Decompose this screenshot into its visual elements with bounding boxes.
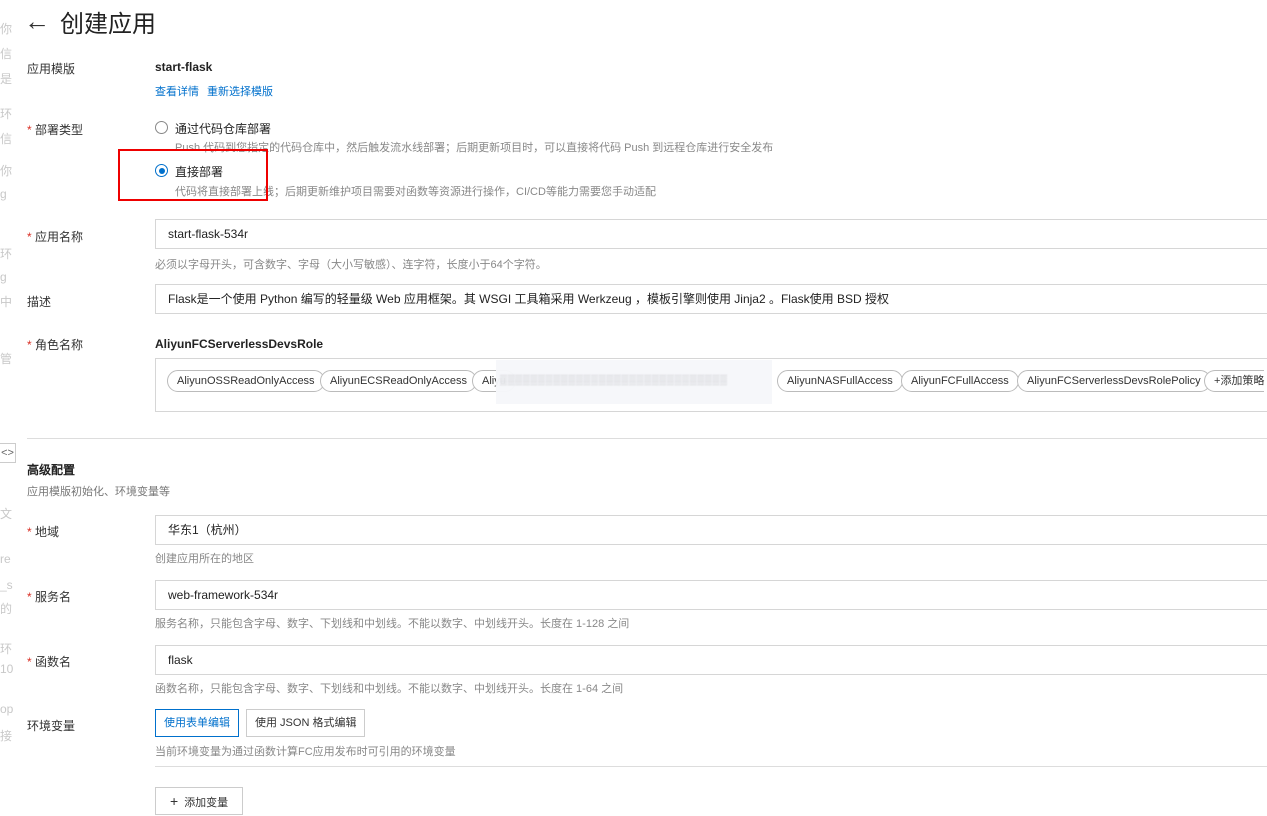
obscured-text: ▒▒▒▒▒▒▒▒▒▒▒▒▒▒▒▒▒▒▒▒▒▒▒▒▒▒▒▒▒▒ [500, 375, 728, 386]
policy-tag[interactable]: AliyunNASFullAccess [777, 370, 903, 392]
plus-icon: + [170, 793, 179, 809]
description-input[interactable]: Flask是一个使用 Python 编写的轻量级 Web 应用框架。其 WSGI… [155, 284, 1267, 314]
edge-fragment: 环 [0, 247, 13, 261]
env-label: 环境变量 [27, 719, 76, 733]
json-edit-button[interactable]: 使用 JSON 格式编辑 [246, 709, 366, 737]
edge-fragment: 接 [0, 729, 13, 743]
app-name-input[interactable]: start-flask-534r [155, 219, 1267, 249]
region-hint: 创建应用所在的地区 [155, 553, 254, 565]
policy-tag[interactable]: AliyunECSReadOnlyAccess [320, 370, 477, 392]
edge-fragment: 中 [0, 295, 13, 309]
edge-fragment: 你 [0, 164, 13, 178]
edge-fragment: 你 [0, 22, 13, 36]
back-arrow-icon[interactable]: ← [24, 8, 50, 34]
edge-fragment: g [0, 187, 7, 201]
sidebar-collapse-handle[interactable]: <> [0, 443, 16, 463]
edge-fragment: 信 [0, 132, 13, 146]
edge-fragment: op [0, 702, 14, 716]
add-variable-button[interactable]: + 添加变量 [155, 787, 244, 815]
view-details-link[interactable]: 查看详情 [155, 83, 199, 99]
policy-tag[interactable]: AliyunOSSReadOnlyAccess [167, 370, 325, 392]
highlight-box [118, 149, 268, 201]
add-policy-button[interactable]: +添加策略 [1204, 370, 1265, 392]
role-label: 角色名称 [27, 336, 83, 353]
region-label: 地域 [27, 523, 59, 540]
form-edit-button[interactable]: 使用表单编辑 [155, 709, 239, 737]
template-value: start-flask [155, 60, 213, 74]
env-hint: 当前环境变量为通过函数计算FC应用发布时可引用的环境变量 [155, 746, 456, 758]
env-divider [155, 766, 1267, 767]
function-hint: 函数名称，只能包含字母、数字、下划线和中划线。不能以数字、中划线开头。长度在 1… [155, 683, 624, 695]
service-hint: 服务名称，只能包含字母、数字、下划线和中划线。不能以数字、中划线开头。长度在 1… [155, 618, 630, 630]
function-label: 函数名 [27, 653, 71, 670]
edge-fragment: 信 [0, 47, 13, 61]
deploy-type-label: 部署类型 [27, 121, 83, 138]
edge-fragment: re [0, 552, 11, 566]
deploy-repo-label[interactable]: 通过代码仓库部署 [175, 120, 271, 137]
left-edge-clipped-text: 你 信 是 环 信 你 g 环 g 中 管 文 re _s 的 环 10 op … [0, 0, 16, 812]
policy-tag[interactable]: AliyunFCServerlessDevsRolePolicy [1017, 370, 1211, 392]
function-input[interactable]: flask [155, 645, 1267, 675]
edge-fragment: 文 [0, 507, 13, 521]
app-name-hint: 必须以字母开头，可含数字、字母（大小写敏感）、连字符，长度小于64个字符。 [155, 259, 547, 271]
template-label: 应用模版 [27, 62, 76, 76]
section-divider [27, 438, 1267, 439]
add-variable-label: 添加变量 [184, 797, 229, 809]
edge-fragment: g [0, 270, 7, 284]
edge-fragment: 10 [0, 662, 14, 676]
advanced-title: 高级配置 [27, 463, 76, 477]
deploy-repo-radio[interactable] [155, 121, 168, 134]
edge-fragment: _s [0, 578, 13, 592]
edge-fragment: 管 [0, 352, 13, 366]
page-header: ← 创建应用 [24, 4, 156, 38]
edge-fragment: 环 [0, 642, 13, 656]
service-input[interactable]: web-framework-534r [155, 580, 1267, 610]
service-label: 服务名 [27, 588, 71, 605]
edge-fragment: 的 [0, 602, 13, 616]
region-select[interactable]: 华东1（杭州） [155, 515, 1267, 545]
policy-tag[interactable]: AliyunFCFullAccess [901, 370, 1019, 392]
app-name-label: 应用名称 [27, 228, 83, 245]
edge-fragment: 环 [0, 107, 13, 121]
add-policy-label: 添加策略 [1220, 375, 1265, 387]
edge-fragment: 是 [0, 72, 13, 86]
advanced-subtitle: 应用模版初始化、环境变量等 [27, 486, 170, 498]
page-title: 创建应用 [60, 10, 156, 38]
role-value: AliyunFCServerlessDevsRole [155, 337, 324, 351]
description-label: 描述 [27, 295, 52, 309]
reselect-template-link[interactable]: 重新选择模版 [207, 83, 273, 99]
